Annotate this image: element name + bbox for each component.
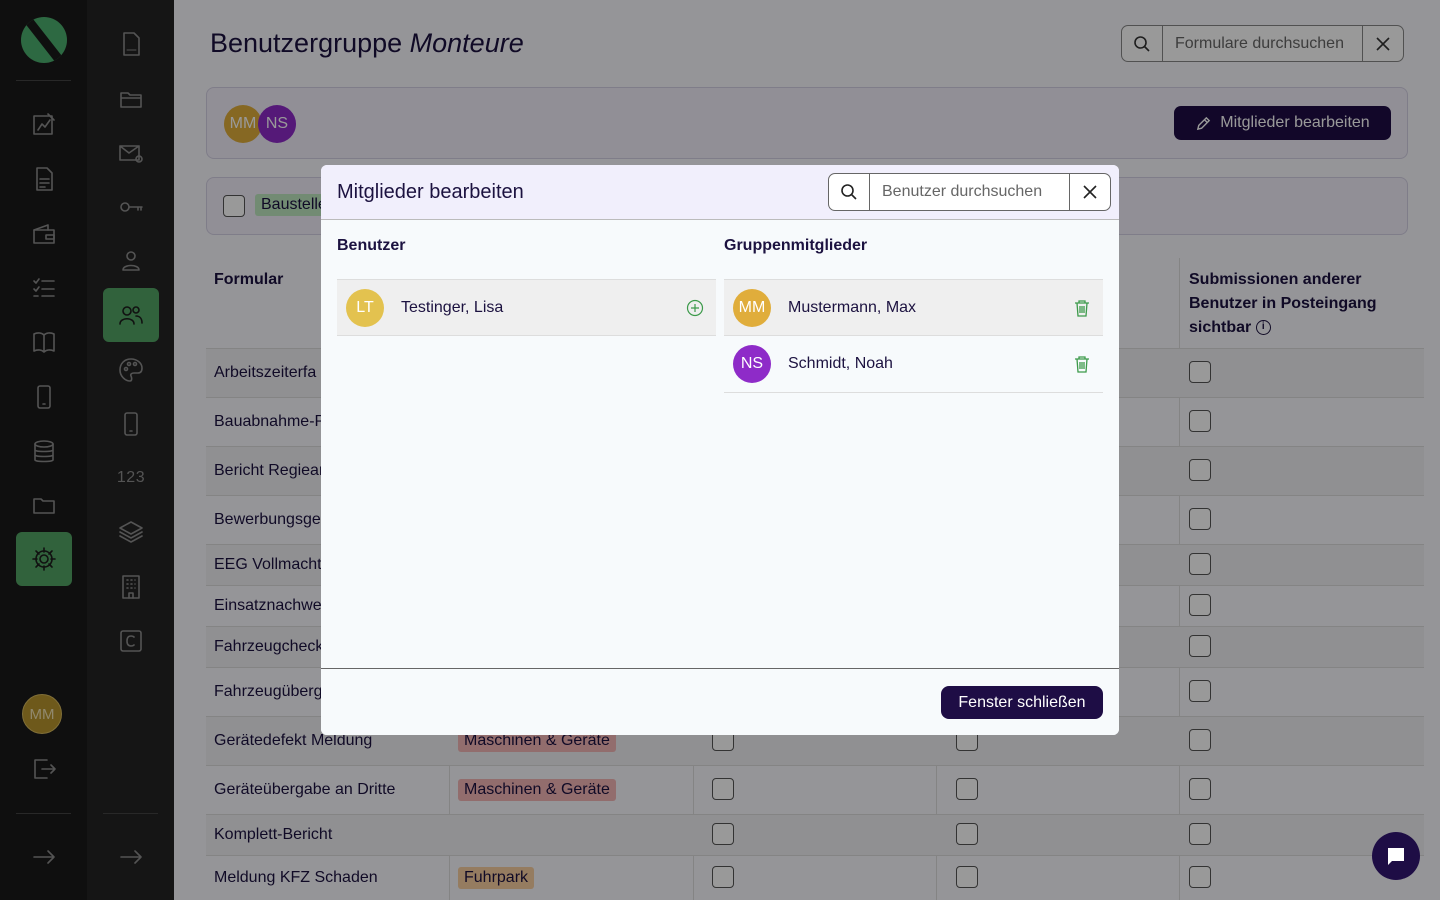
chat-button[interactable] xyxy=(1372,832,1420,880)
search-icon[interactable] xyxy=(829,174,870,210)
dialog-header: Mitglieder bearbeiten Benutzer durchsuch… xyxy=(321,165,1119,220)
avatar: LT xyxy=(346,288,384,327)
member-name: Mustermann, Max xyxy=(788,298,917,316)
member-name: Schmidt, Noah xyxy=(788,355,893,372)
trash-icon[interactable] xyxy=(1072,298,1092,318)
list-item: MM Mustermann, Max xyxy=(724,279,1103,336)
list-item: NS Schmidt, Noah xyxy=(724,336,1103,393)
users-column-header: Benutzer xyxy=(337,237,406,254)
trash-icon[interactable] xyxy=(1072,354,1092,374)
avatar: MM xyxy=(733,288,771,327)
edit-members-dialog: Mitglieder bearbeiten Benutzer durchsuch… xyxy=(321,165,1119,735)
add-circle-icon[interactable] xyxy=(685,298,705,318)
dialog-footer: Fenster schließen xyxy=(321,668,1119,735)
close-window-button[interactable]: Fenster schließen xyxy=(941,686,1103,719)
user-name: Testinger, Lisa xyxy=(401,298,504,316)
users-search-input[interactable]: Benutzer durchsuchen xyxy=(870,174,1069,210)
users-search: Benutzer durchsuchen xyxy=(828,173,1111,211)
list-item: LT Testinger, Lisa xyxy=(337,279,716,336)
avatar: NS xyxy=(733,345,771,383)
members-column-header: Gruppenmitglieder xyxy=(724,237,868,254)
close-icon[interactable] xyxy=(1069,174,1110,210)
dialog-title: Mitglieder bearbeiten xyxy=(337,181,524,203)
